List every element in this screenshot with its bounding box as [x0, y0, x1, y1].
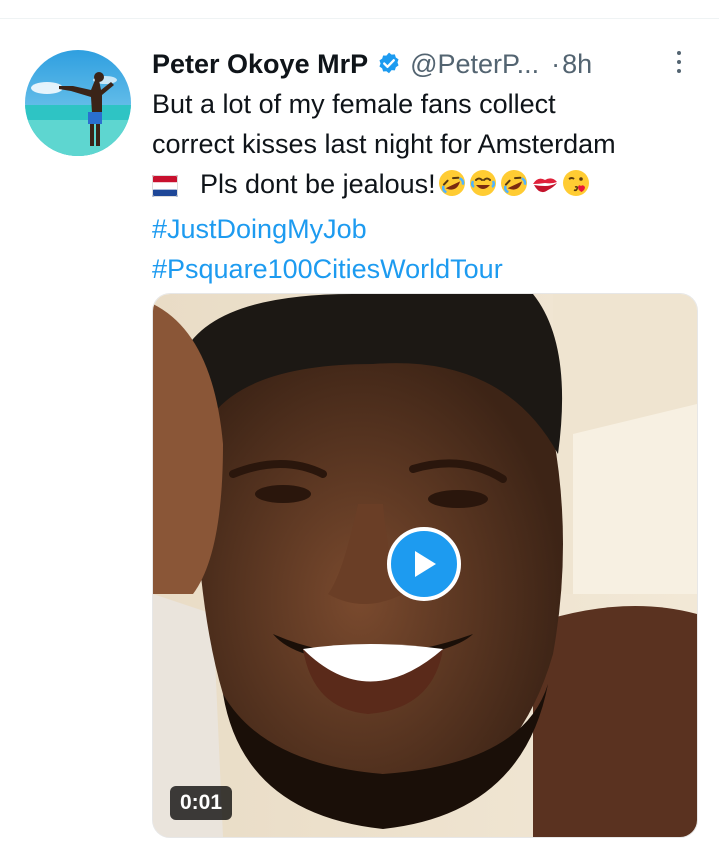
avatar[interactable] — [25, 50, 131, 156]
verified-badge-icon — [376, 51, 402, 77]
play-icon[interactable] — [387, 527, 461, 601]
display-name[interactable]: Peter Okoye MrP — [152, 49, 368, 80]
separator-dot: · — [551, 48, 561, 79]
hashtag-link[interactable]: #JustDoingMyJob — [152, 209, 702, 249]
tweet-text-line-3: Pls dont be jealous! — [152, 164, 702, 209]
tweet-text-line: But a lot of my female fans collect — [152, 89, 556, 119]
tears-of-joy-emoji — [468, 168, 498, 209]
top-divider — [0, 18, 719, 19]
video-duration: 0:01 — [170, 786, 233, 820]
hashtag-link[interactable]: #Psquare100CitiesWorldTour — [152, 249, 702, 289]
rolling-on-floor-laughing-emoji — [499, 168, 529, 209]
tweet-text: But a lot of my female fans collect corr… — [152, 84, 702, 289]
kiss-mark-emoji — [530, 168, 560, 209]
tweet-header: Peter Okoye MrP @PeterP... · 8h — [152, 44, 692, 84]
video-player[interactable]: 0:01 — [152, 293, 698, 838]
more-options-icon[interactable] — [667, 47, 691, 77]
timestamp[interactable]: 8h — [562, 49, 592, 80]
rolling-on-floor-laughing-emoji — [437, 168, 467, 209]
user-handle[interactable]: @PeterP... — [410, 49, 539, 80]
netherlands-flag-icon — [152, 168, 178, 208]
tweet-text-line: correct kisses last night for Amsterdam — [152, 129, 616, 159]
face-blowing-kiss-emoji — [561, 168, 591, 209]
tweet-text-line: Pls dont be jealous! — [200, 169, 436, 199]
